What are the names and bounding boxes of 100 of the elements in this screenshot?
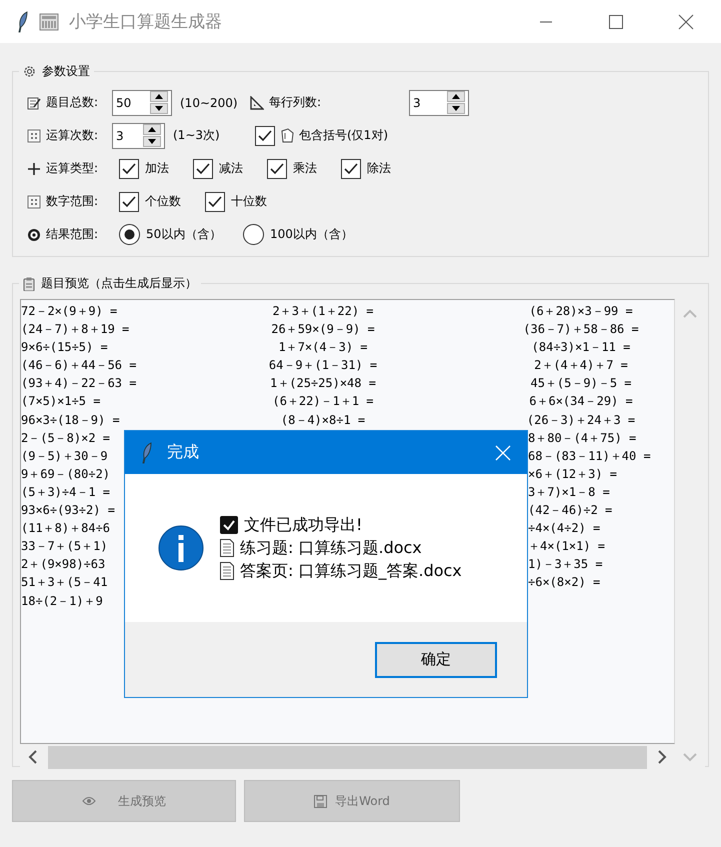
eye-icon — [82, 796, 96, 806]
expression-text: 33－7＋(5＋1) — [21, 538, 108, 556]
close-icon[interactable] — [678, 14, 694, 30]
expression-text: 9＋69－(80÷2) — [21, 466, 110, 483]
checkbox-label: 个位数 — [145, 193, 181, 210]
expression-text: ÷6×(8×2) = — [528, 574, 600, 592]
decrement-button[interactable] — [143, 136, 161, 147]
plus-icon — [27, 162, 41, 176]
expression-text: (6＋22)－1＋1 = — [272, 393, 374, 410]
group-title: 参数设置 — [42, 63, 90, 80]
gear-icon — [23, 65, 36, 78]
expression-text: 93×6÷(93÷2) = — [21, 502, 115, 520]
checkbox-label: 十位数 — [231, 193, 267, 210]
expression-text: 26＋59×(9－9) = — [271, 321, 375, 338]
increment-button[interactable] — [150, 91, 168, 102]
checkbox[interactable] — [255, 126, 275, 146]
range-hint: (1~3次) — [173, 127, 221, 144]
spin-box[interactable]: 3 — [409, 90, 469, 116]
expression-text: (5＋3)÷4－1 = — [21, 484, 110, 501]
expression-text: (42－46)÷2 = — [528, 502, 612, 520]
radio-label: 50以内（含） — [146, 226, 222, 243]
expression-text: ＋4×(1×1) = — [528, 538, 606, 556]
document-icon — [220, 562, 234, 580]
expression-text: ×6＋(12＋3) = — [528, 466, 618, 483]
increment-button[interactable] — [143, 124, 161, 135]
expression-text: 68－(83－11)＋40 = — [528, 448, 651, 465]
checkbox[interactable] — [193, 158, 213, 178]
scroll-right-icon[interactable] — [657, 750, 667, 764]
expression-text: 72－2×(9＋9) = — [21, 303, 118, 320]
radio-label: 100以内（含） — [270, 226, 353, 243]
expression-text: 2－(5－8)×2 = — [21, 430, 110, 447]
expression-text: 1＋(25÷25)×48 = — [270, 375, 376, 392]
group-title: 题目预览（点击生成后显示） — [41, 275, 197, 292]
target-icon — [27, 228, 41, 242]
checkbox[interactable] — [267, 158, 287, 178]
expression-text: (26－3)＋24＋3 = — [526, 412, 636, 429]
expression-text: 9×6÷(15÷5) = — [21, 339, 108, 356]
ok-button[interactable]: 确定 — [375, 642, 497, 678]
expression-text: 2＋(4＋4)＋7 = — [534, 357, 628, 374]
expression-text: (11＋8)＋84÷6 — [21, 520, 110, 538]
field-label: 题目总数: — [46, 94, 98, 111]
check-icon — [220, 516, 238, 534]
expression-text: ÷4×(4÷2) = — [528, 520, 600, 538]
calculator-icon — [39, 12, 59, 30]
checkbox[interactable] — [341, 158, 361, 178]
scroll-left-icon[interactable] — [28, 750, 38, 764]
expression-text: (6＋28)×3－99 = — [529, 303, 633, 320]
checkbox-label: 减法 — [219, 160, 243, 177]
checkbox-label: 加法 — [145, 160, 169, 177]
expression-text: 96×3÷(18－9) = — [21, 412, 120, 429]
document-icon — [220, 539, 234, 557]
scrollbar-thumb[interactable] — [48, 746, 647, 768]
ruler-icon — [250, 96, 264, 110]
checkbox-label: 除法 — [367, 160, 391, 177]
clipboard-icon — [23, 276, 35, 290]
expression-text: (8－4)×8÷1 = — [280, 412, 366, 429]
checkbox-label: 乘法 — [293, 160, 317, 177]
expression-text: 1＋7×(4－3) = — [278, 339, 368, 356]
expression-text: 45＋(5－9)－5 = — [530, 375, 632, 392]
increment-button[interactable] — [447, 91, 465, 102]
expression-text: (36－7)＋58－86 = — [523, 321, 639, 338]
expression-text: (9－5)＋30－9 — [21, 448, 108, 465]
message-text: 练习题: 口算练习题.docx — [240, 538, 422, 558]
feather-icon — [17, 10, 29, 32]
notepad-icon — [27, 96, 41, 110]
window-title: 小学生口算题生成器 — [69, 11, 222, 33]
maximize-icon[interactable] — [608, 14, 624, 30]
checkbox-label: 包含括号(仅1对) — [299, 127, 388, 144]
field-label: 结果范围: — [46, 226, 98, 243]
range-hint: (10~200) — [180, 96, 239, 110]
expression-text: (46－6)＋44－56 = — [21, 357, 136, 374]
expression-text: (24－7)＋8＋19 = — [21, 321, 130, 338]
checkbox[interactable] — [205, 192, 225, 212]
dice-icon — [27, 194, 41, 208]
checkbox[interactable] — [119, 158, 139, 178]
decrement-button[interactable] — [150, 103, 168, 114]
floppy-icon — [314, 794, 328, 808]
page-icon — [280, 128, 294, 143]
dialog-title: 完成 — [167, 442, 199, 463]
expression-text: 1)－3＋35 = — [528, 556, 603, 574]
checkbox[interactable] — [119, 192, 139, 212]
expression-text: (7×5)×1÷5 = — [21, 393, 100, 410]
expression-text: 8＋80－(4＋75) = — [528, 430, 636, 447]
dice-icon — [27, 128, 41, 142]
expression-text: (93＋4)－22－63 = — [21, 375, 136, 392]
spin-box[interactable]: 50 — [112, 90, 172, 116]
expression-text: (84÷3)×1－11 = — [532, 339, 630, 356]
spin-box[interactable]: 3 — [112, 122, 165, 148]
feather-icon — [141, 442, 153, 464]
expression-text: 51＋3＋(5－41 — [21, 574, 108, 592]
field-label: 每行列数: — [269, 94, 322, 111]
field-label: 运算次数: — [46, 127, 98, 144]
field-label: 运算类型: — [46, 160, 98, 177]
expression-text: 2＋3＋(1＋22) = — [272, 303, 374, 320]
field-label: 数字范围: — [46, 193, 98, 210]
decrement-button[interactable] — [447, 103, 465, 114]
radio-button[interactable] — [119, 224, 140, 245]
info-icon — [158, 525, 204, 571]
radio-button[interactable] — [243, 224, 264, 245]
expression-text: 64－9＋(1－31) = — [268, 357, 378, 374]
